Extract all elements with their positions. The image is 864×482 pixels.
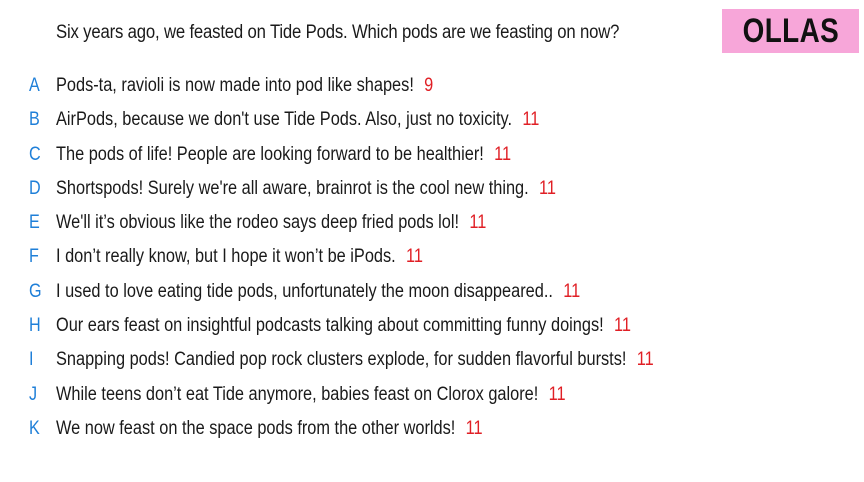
answer-line: We now feast on the space pods from the … bbox=[56, 418, 483, 440]
answer-line: AirPods, because we don't use Tide Pods.… bbox=[56, 109, 539, 131]
answer-score: 11 bbox=[548, 383, 566, 405]
answer-letter: F bbox=[29, 246, 39, 268]
answer-row-e: E We'll it’s obvious like the rodeo says… bbox=[0, 210, 864, 244]
answer-letter: D bbox=[29, 177, 41, 199]
answer-letter: G bbox=[29, 280, 42, 302]
answer-letter: A bbox=[29, 75, 40, 96]
answer-row-d: D Shortspods! Surely we're all aware, br… bbox=[0, 176, 864, 210]
answer-letter: K bbox=[29, 417, 40, 439]
answer-line: Snapping pods! Candied pop rock clusters… bbox=[56, 349, 654, 371]
answer-line: The pods of life! People are looking for… bbox=[56, 144, 511, 166]
answer-text: I used to love eating tide pods, unfortu… bbox=[56, 280, 553, 302]
answer-row-k: K We now feast on the space pods from th… bbox=[0, 416, 864, 450]
player-name: OLLAS bbox=[742, 11, 839, 50]
answer-row-j: J While teens don’t eat Tide anymore, ba… bbox=[0, 382, 864, 416]
answer-text: Our ears feast on insightful podcasts ta… bbox=[56, 315, 604, 337]
answer-score: 11 bbox=[494, 143, 512, 165]
answer-row-h: H Our ears feast on insightful podcasts … bbox=[0, 313, 864, 347]
answer-text: The pods of life! People are looking for… bbox=[56, 143, 484, 165]
answer-score: 11 bbox=[522, 109, 540, 131]
answer-line: We'll it’s obvious like the rodeo says d… bbox=[56, 212, 486, 234]
answer-row-f: F I don’t really know, but I hope it won… bbox=[0, 244, 864, 278]
answer-score: 11 bbox=[636, 349, 654, 371]
answer-letter: H bbox=[29, 315, 41, 337]
answer-list: A Pods-ta, ravioli is now made into pod … bbox=[0, 73, 864, 450]
answer-letter: C bbox=[29, 143, 41, 165]
answer-line: I don’t really know, but I hope it won’t… bbox=[56, 246, 423, 268]
answer-line: Our ears feast on insightful podcasts ta… bbox=[56, 315, 631, 337]
answer-row-b: B AirPods, because we don't use Tide Pod… bbox=[0, 107, 864, 141]
answer-row-g: G I used to love eating tide pods, unfor… bbox=[0, 279, 864, 313]
answer-text: We now feast on the space pods from the … bbox=[56, 417, 456, 439]
answer-text: Pods-ta, ravioli is now made into pod li… bbox=[56, 75, 414, 96]
answer-letter: J bbox=[29, 383, 38, 405]
answer-text: While teens don’t eat Tide anymore, babi… bbox=[56, 383, 539, 405]
question-prompt: Six years ago, we feasted on Tide Pods. … bbox=[56, 22, 620, 43]
answer-score: 11 bbox=[469, 212, 487, 234]
answer-row-i: I Snapping pods! Candied pop rock cluste… bbox=[0, 347, 864, 381]
answer-letter: E bbox=[29, 212, 40, 234]
answer-text: AirPods, because we don't use Tide Pods.… bbox=[56, 109, 513, 131]
answer-score: 11 bbox=[614, 315, 631, 337]
answer-line: While teens don’t eat Tide anymore, babi… bbox=[56, 384, 566, 406]
answer-line: Shortspods! Surely we're all aware, brai… bbox=[56, 178, 556, 200]
player-badge: OLLAS bbox=[722, 9, 859, 53]
answer-row-c: C The pods of life! People are looking f… bbox=[0, 142, 864, 176]
answer-text: Snapping pods! Candied pop rock clusters… bbox=[56, 349, 627, 371]
answer-score: 11 bbox=[406, 246, 424, 268]
answer-text: Shortspods! Surely we're all aware, brai… bbox=[56, 177, 529, 199]
answer-text: We'll it’s obvious like the rodeo says d… bbox=[56, 212, 460, 234]
answer-score: 11 bbox=[539, 177, 556, 199]
answer-score: 11 bbox=[465, 417, 483, 439]
answer-row-a: A Pods-ta, ravioli is now made into pod … bbox=[0, 73, 864, 107]
answer-score: 11 bbox=[563, 280, 581, 302]
answer-line: Pods-ta, ravioli is now made into pod li… bbox=[56, 75, 433, 97]
answer-score: 9 bbox=[424, 75, 434, 96]
answer-line: I used to love eating tide pods, unfortu… bbox=[56, 281, 580, 303]
answer-text: I don’t really know, but I hope it won’t… bbox=[56, 246, 396, 268]
answer-letter: B bbox=[29, 109, 40, 131]
answer-letter: I bbox=[29, 349, 34, 371]
